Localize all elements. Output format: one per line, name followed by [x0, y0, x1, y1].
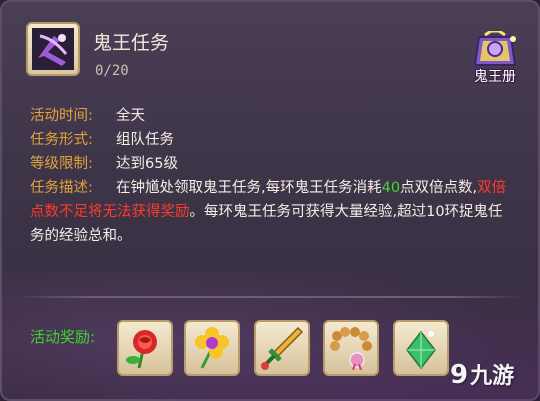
rewards-label: 活动奖励: — [30, 328, 96, 346]
ghost-king-book-label: 鬼王册 — [474, 69, 516, 85]
site-watermark: 9九游 — [450, 358, 514, 390]
description-text-1: 在钟馗处领取鬼王任务,每环鬼王任务消耗 — [116, 180, 382, 196]
level-limit-row: 等级限制: 达到65级 — [30, 152, 510, 176]
double-points-cost: 40 — [381, 180, 401, 196]
golden-sword-icon — [261, 326, 304, 370]
activity-time-value: 全天 — [116, 108, 145, 124]
task-form-row: 任务形式: 组队任务 — [30, 128, 510, 152]
watermark-mark: 9 — [450, 360, 469, 390]
task-progress: 0/20 — [95, 63, 129, 79]
red-rose-icon — [126, 330, 157, 369]
yellow-flower-wand-icon — [195, 327, 229, 369]
task-detail-panel: 鬼王任务 0/20 鬼王册 活动时间: 全天 任务形式: 组队任务 等级限制: … — [0, 0, 540, 401]
task-form-label: 任务形式: — [30, 132, 93, 148]
reward-slot-4[interactable] — [323, 320, 379, 376]
ghost-king-book-icon — [473, 29, 517, 66]
section-divider — [14, 296, 526, 298]
reward-slot-3[interactable] — [254, 320, 310, 376]
reward-slot-1[interactable] — [117, 320, 173, 376]
task-description-label: 任务描述: — [30, 180, 93, 196]
reward-slot-5[interactable] — [393, 320, 449, 376]
reward-slot-2[interactable] — [184, 320, 240, 376]
task-title: 鬼王任务 — [93, 32, 170, 54]
activity-time-label: 活动时间: — [30, 108, 93, 124]
task-description: 任务描述: 在钟馗处领取鬼王任务,每环鬼王任务消耗40点双倍点数,双倍点数不足将无… — [30, 176, 510, 248]
watermark-logo: 九游 — [470, 364, 515, 389]
green-jade-icon — [406, 330, 436, 370]
level-limit-value: 达到65级 — [116, 156, 178, 172]
task-form-value: 组队任务 — [116, 132, 174, 148]
level-limit-label: 等级限制: — [30, 156, 93, 172]
task-info: 活动时间: 全天 任务形式: 组队任务 等级限制: 达到65级 任务描述: 在钟馗… — [30, 104, 510, 248]
activity-time-row: 活动时间: 全天 — [30, 104, 510, 128]
ghost-king-book-button[interactable]: 鬼王册 — [465, 29, 525, 91]
prayer-beads-icon — [330, 327, 372, 371]
ghost-king-task-icon — [26, 22, 80, 76]
description-text-2: 点双倍点数, — [400, 180, 478, 196]
